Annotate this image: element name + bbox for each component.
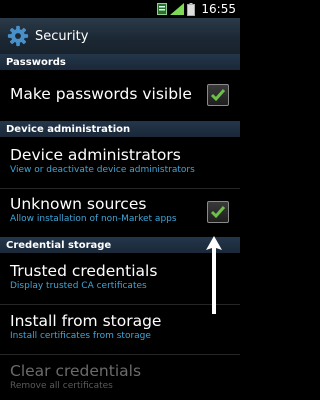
checkmark-icon	[210, 89, 226, 102]
title-bar: Security	[0, 18, 240, 54]
device-administrators-subtitle: View or deactivate device administrators	[10, 165, 195, 175]
install-from-storage-subtitle: Install certificates from storage	[10, 331, 151, 341]
unknown-sources-subtitle: Allow installation of non-Market apps	[10, 214, 177, 224]
notification-icon	[157, 3, 168, 15]
clear-credentials-title: Clear credentials	[10, 362, 142, 380]
clear-credentials-row: Clear credentials Remove all certificate…	[0, 355, 240, 400]
arrow-up-icon	[206, 236, 222, 314]
page-title: Security	[35, 28, 89, 44]
device-administrators-row[interactable]: Device administrators View or deactivate…	[0, 137, 240, 189]
unknown-sources-checkbox[interactable]	[207, 201, 229, 223]
status-time: 16:55	[201, 2, 236, 16]
gear-icon	[7, 25, 29, 47]
signal-icon	[170, 3, 185, 15]
trusted-credentials-row[interactable]: Trusted credentials Display trusted CA c…	[0, 253, 240, 305]
status-icons: 16:55	[157, 0, 236, 18]
make-passwords-visible-title: Make passwords visible	[10, 85, 192, 103]
section-header-device-administration: Device administration	[0, 121, 240, 137]
section-header-credential-storage: Credential storage	[0, 237, 240, 253]
clear-credentials-subtitle: Remove all certificates	[10, 381, 113, 391]
install-from-storage-title: Install from storage	[10, 312, 162, 330]
unknown-sources-row[interactable]: Unknown sources Allow installation of no…	[0, 189, 240, 237]
section-header-passwords: Passwords	[0, 54, 240, 70]
checkmark-icon	[210, 206, 226, 219]
make-passwords-visible-checkbox[interactable]	[207, 84, 229, 106]
make-passwords-visible-row[interactable]: Make passwords visible	[0, 70, 240, 122]
install-from-storage-row[interactable]: Install from storage Install certificate…	[0, 305, 240, 355]
unknown-sources-title: Unknown sources	[10, 195, 147, 213]
status-bar: 16:55	[0, 0, 240, 18]
device-administrators-title: Device administrators	[10, 146, 181, 164]
battery-icon	[187, 2, 196, 16]
